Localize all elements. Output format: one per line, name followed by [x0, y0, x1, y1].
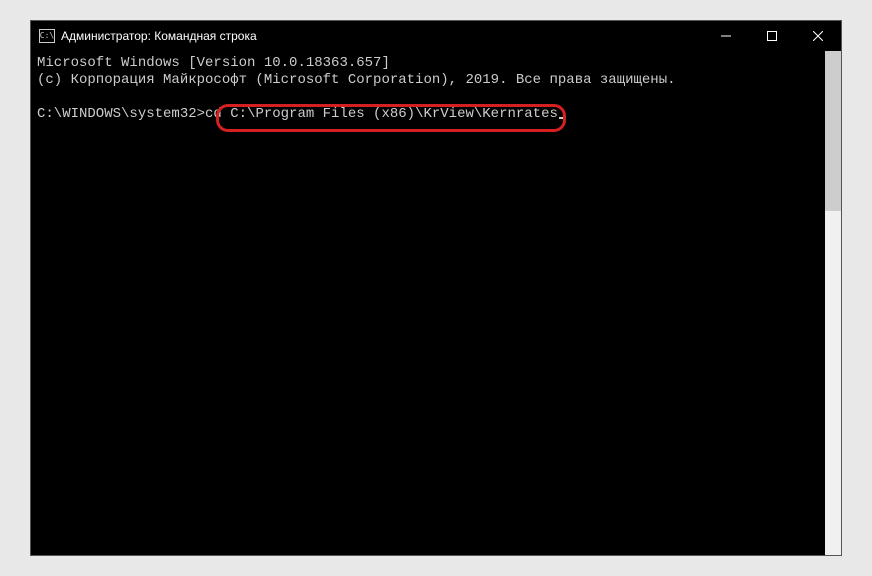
vertical-scrollbar[interactable]	[825, 51, 841, 555]
console-body: Microsoft Windows [Version 10.0.18363.65…	[31, 51, 841, 555]
window-controls	[703, 21, 841, 51]
maximize-icon	[767, 31, 777, 41]
minimize-button[interactable]	[703, 21, 749, 51]
prompt-line: C:\WINDOWS\system32>cd C:\Program Files …	[37, 106, 566, 122]
maximize-button[interactable]	[749, 21, 795, 51]
close-icon	[813, 31, 823, 41]
typed-command: cd C:\Program Files (x86)\KrView\Kernrat…	[205, 106, 558, 122]
cmd-window: C:\ Администратор: Командная строка Micr…	[30, 20, 842, 556]
cursor	[559, 117, 566, 119]
minimize-icon	[721, 31, 731, 41]
version-line: Microsoft Windows [Version 10.0.18363.65…	[37, 55, 390, 71]
cmd-icon: C:\	[39, 29, 55, 43]
copyright-line: (c) Корпорация Майкрософт (Microsoft Cor…	[37, 72, 676, 88]
scrollbar-thumb[interactable]	[825, 51, 841, 211]
cmd-icon-glyph: C:\	[40, 32, 54, 40]
prompt-path: C:\WINDOWS\system32>	[37, 106, 205, 122]
console-output[interactable]: Microsoft Windows [Version 10.0.18363.65…	[31, 51, 825, 555]
titlebar[interactable]: C:\ Администратор: Командная строка	[31, 21, 841, 51]
window-title: Администратор: Командная строка	[61, 29, 257, 43]
close-button[interactable]	[795, 21, 841, 51]
